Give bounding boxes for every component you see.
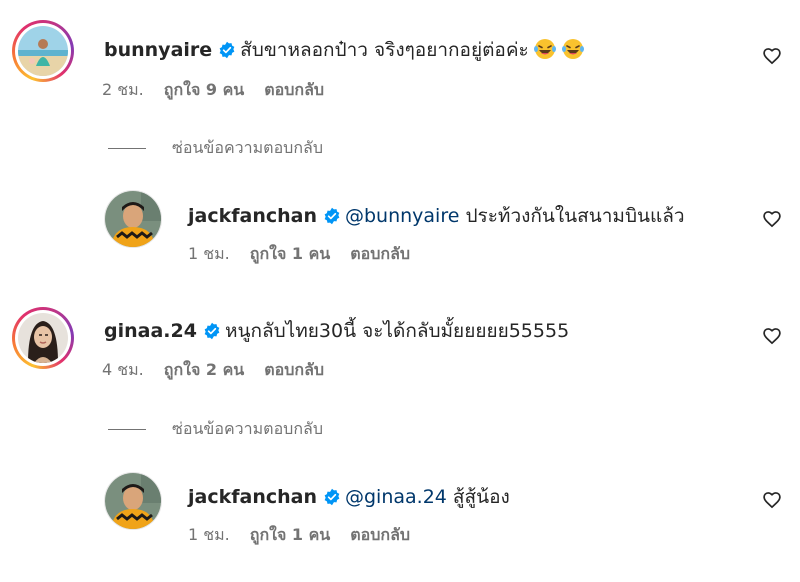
mention-link[interactable]: @ginaa.24	[345, 486, 447, 508]
reply-button[interactable]: ตอบกลับ	[350, 244, 410, 263]
reply-time[interactable]: 1 ชม.	[188, 244, 230, 263]
comment-text-line: ginaa.24 หนูกลับไทย30นี้ จะได้กลับมั้ยยยย…	[104, 316, 569, 346]
reply-meta: 1 ชม. ถูกใจ 1 คน ตอบกลับ	[188, 523, 430, 548]
reply-button[interactable]: ตอบกลับ	[350, 525, 410, 544]
username-link[interactable]: jackfanchan	[188, 205, 317, 227]
heart-outline-icon[interactable]	[762, 209, 782, 229]
hide-replies-button[interactable]: ซ่อนข้อความตอบกลับ	[108, 136, 323, 161]
reply-text-line: jackfanchan @bunnyaire ประท้วงกันในสนามบิ…	[188, 201, 685, 231]
divider-line	[108, 148, 146, 149]
reply-button[interactable]: ตอบกลับ	[264, 80, 324, 99]
comment-meta: 4 ชม. ถูกใจ 2 คน ตอบกลับ	[102, 358, 344, 383]
reply-text-line: jackfanchan @ginaa.24 สู้สู้น้อง	[188, 482, 510, 512]
reply-meta: 1 ชม. ถูกใจ 1 คน ตอบกลับ	[188, 242, 430, 267]
comment-text-line: bunnyaire สับขาหลอกป๋าว จริงๆอยากอยู่ต่อค…	[104, 35, 585, 65]
comment-time[interactable]: 2 ชม.	[102, 80, 144, 99]
username-link[interactable]: jackfanchan	[188, 486, 317, 508]
verified-badge-icon	[203, 322, 221, 345]
likes-count-button[interactable]: ถูกใจ 9 คน	[164, 80, 244, 99]
hide-replies-label: ซ่อนข้อความตอบกลับ	[172, 138, 323, 157]
reply-button[interactable]: ตอบกลับ	[264, 360, 324, 379]
comment-time[interactable]: 4 ชม.	[102, 360, 144, 379]
heart-outline-icon[interactable]	[762, 326, 782, 346]
laughing-face-with-tears-emoji	[561, 38, 585, 65]
comment-body: สับขาหลอกป๋าว จริงๆอยากอยู่ต่อค่ะ	[240, 39, 529, 61]
comment-body: หนูกลับไทย30นี้ จะได้กลับมั้ยยยยย55555	[224, 320, 570, 342]
avatar-jackfanchan[interactable]	[104, 472, 162, 530]
verified-badge-icon	[218, 41, 236, 64]
heart-outline-icon[interactable]	[762, 490, 782, 510]
mention-link[interactable]: @bunnyaire	[345, 205, 459, 227]
username-link[interactable]: bunnyaire	[104, 39, 212, 61]
reply-body: ประท้วงกันในสนามบินแล้ว	[459, 205, 685, 227]
verified-badge-icon	[323, 207, 341, 230]
hide-replies-label: ซ่อนข้อความตอบกลับ	[172, 419, 323, 438]
username-link[interactable]: ginaa.24	[104, 320, 197, 342]
likes-count-button[interactable]: ถูกใจ 2 คน	[164, 360, 244, 379]
avatar-jackfanchan[interactable]	[104, 190, 162, 248]
hide-replies-button[interactable]: ซ่อนข้อความตอบกลับ	[108, 417, 323, 442]
verified-badge-icon	[323, 488, 341, 511]
avatar-bunnyaire[interactable]	[12, 20, 74, 82]
heart-outline-icon[interactable]	[762, 46, 782, 66]
likes-count-button[interactable]: ถูกใจ 1 คน	[250, 244, 330, 263]
avatar-ginaa24[interactable]	[12, 307, 74, 369]
likes-count-button[interactable]: ถูกใจ 1 คน	[250, 525, 330, 544]
comment-meta: 2 ชม. ถูกใจ 9 คน ตอบกลับ	[102, 78, 344, 103]
reply-body: สู้สู้น้อง	[446, 486, 510, 508]
reply-time[interactable]: 1 ชม.	[188, 525, 230, 544]
laughing-face-with-tears-emoji	[533, 38, 557, 65]
divider-line	[108, 429, 146, 430]
